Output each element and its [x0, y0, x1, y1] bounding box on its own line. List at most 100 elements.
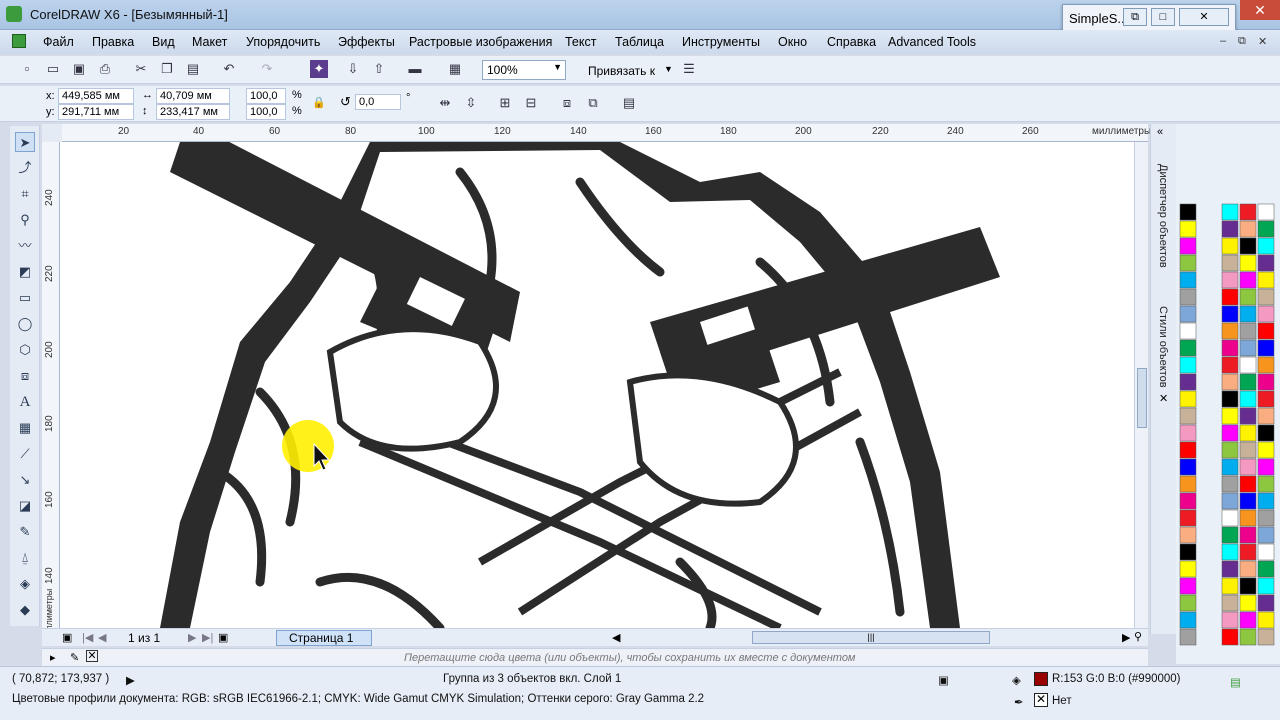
palette-swatch[interactable] [1179, 475, 1197, 493]
palette-swatch[interactable] [1239, 288, 1257, 306]
horizontal-ruler[interactable]: 20 40 60 80 100 120 140 160 180 200 220 … [62, 124, 1151, 142]
import-icon[interactable]: ⇩ [344, 60, 362, 78]
undo-icon[interactable]: ↶ [220, 60, 238, 78]
palette-swatch[interactable] [1179, 526, 1197, 544]
palette-swatch[interactable] [1239, 237, 1257, 255]
palette-swatch[interactable] [1257, 611, 1275, 629]
corel-connect-icon[interactable]: ✦ [310, 60, 328, 78]
palette-swatch[interactable] [1257, 458, 1275, 476]
palette-swatch[interactable] [1221, 424, 1239, 442]
palette-swatch[interactable] [1257, 220, 1275, 238]
palette-swatch[interactable] [1239, 526, 1257, 544]
palette-swatch[interactable] [1179, 254, 1197, 272]
palette-swatch[interactable] [1257, 373, 1275, 391]
cut-icon[interactable]: ✂ [132, 60, 150, 78]
palette-swatch[interactable] [1257, 322, 1275, 340]
menu-file[interactable]: Файл [43, 35, 74, 49]
table-tool-icon[interactable]: ▦ [15, 418, 35, 438]
document-palette[interactable]: ▸ ✎ ✕ Перетащите сюда цвета (или объекты… [42, 648, 1148, 666]
palette-swatch[interactable] [1239, 373, 1257, 391]
palette-swatch[interactable] [1221, 577, 1239, 595]
palette-swatch[interactable] [1257, 203, 1275, 221]
save-icon[interactable]: ▣ [70, 60, 88, 78]
pick-tool-icon[interactable]: ➤ [15, 132, 35, 152]
options-icon[interactable]: ☰ [680, 60, 698, 78]
rectangle-tool-icon[interactable]: ▭ [15, 288, 35, 308]
menu-table[interactable]: Таблица [615, 35, 664, 49]
palette-swatch[interactable] [1179, 271, 1197, 289]
window-close-button[interactable]: ✕ [1240, 0, 1280, 20]
fill-tool-icon[interactable]: ◈ [15, 574, 35, 594]
status-expand-icon[interactable]: ▶ [126, 673, 135, 687]
object-info-icon[interactable]: ▣ [938, 673, 949, 687]
palette-swatch[interactable] [1221, 594, 1239, 612]
zoom-navigator-icon[interactable]: ⚲ [1134, 630, 1142, 643]
palette-swatch[interactable] [1239, 560, 1257, 578]
horizontal-scroll-thumb[interactable]: ||| [752, 631, 990, 644]
palette-swatch[interactable] [1239, 356, 1257, 374]
mdi-restore-icon[interactable]: ⧉ [1238, 35, 1246, 48]
menu-arrange[interactable]: Упорядочить [246, 35, 320, 49]
palette-swatch[interactable] [1257, 288, 1275, 306]
palette-swatch[interactable] [1179, 458, 1197, 476]
palette-swatch[interactable] [1221, 373, 1239, 391]
palette-swatch[interactable] [1179, 611, 1197, 629]
palette-swatch[interactable] [1179, 373, 1197, 391]
drawing-canvas[interactable] [60, 142, 1134, 628]
scale-x-field[interactable]: 100,0 [246, 88, 286, 104]
menu-text[interactable]: Текст [565, 35, 596, 49]
palette-swatch[interactable] [1179, 560, 1197, 578]
palette-swatch[interactable] [1179, 594, 1197, 612]
palette-swatch[interactable] [1179, 509, 1197, 527]
smart-fill-tool-icon[interactable]: ◩ [15, 262, 35, 282]
freehand-tool-icon[interactable]: 〰 [15, 236, 35, 256]
color-palette[interactable] [1176, 124, 1280, 664]
combine-icon[interactable]: ⧈ [558, 94, 576, 112]
color-management-icon[interactable]: ▤ [1230, 675, 1241, 689]
scroll-left-icon[interactable]: ◀ [612, 631, 620, 644]
welcome-screen-icon[interactable]: ▦ [446, 60, 464, 78]
palette-swatch[interactable] [1221, 509, 1239, 527]
zoom-level-select[interactable]: 100% ▼ [482, 60, 566, 80]
palette-swatch[interactable] [1179, 407, 1197, 425]
x-position-field[interactable]: 449,585 мм [58, 88, 134, 104]
palette-swatch[interactable] [1221, 390, 1239, 408]
palette-swatch[interactable] [1257, 441, 1275, 459]
palette-swatch[interactable] [1221, 441, 1239, 459]
palette-swatch[interactable] [1221, 305, 1239, 323]
palette-swatch[interactable] [1221, 526, 1239, 544]
palette-swatch[interactable] [1221, 560, 1239, 578]
palette-swatch[interactable] [1179, 220, 1197, 238]
copy-icon[interactable]: ❐ [158, 60, 176, 78]
palette-swatch[interactable] [1179, 305, 1197, 323]
palette-swatch[interactable] [1179, 543, 1197, 561]
palette-swatch[interactable] [1239, 271, 1257, 289]
y-position-field[interactable]: 291,711 мм [58, 104, 134, 120]
new-document-icon[interactable]: ▫ [18, 60, 36, 78]
palette-swatch[interactable] [1257, 628, 1275, 646]
print-icon[interactable]: ⎙ [96, 60, 114, 78]
close-docker-icon[interactable]: ✕ [1159, 392, 1168, 405]
palette-swatch[interactable] [1221, 203, 1239, 221]
menu-window[interactable]: Окно [778, 35, 807, 49]
palette-swatch[interactable] [1179, 322, 1197, 340]
palette-swatch[interactable] [1257, 407, 1275, 425]
palette-swatch[interactable] [1257, 560, 1275, 578]
no-outline-icon[interactable]: ✕ [1034, 693, 1048, 707]
menu-help[interactable]: Справка [827, 35, 876, 49]
gangster-illustration[interactable] [60, 142, 1134, 628]
add-page-icon[interactable]: ▣ [218, 631, 228, 644]
palette-swatch[interactable] [1179, 288, 1197, 306]
redo-icon[interactable]: ↷ [258, 60, 276, 78]
rotation-field[interactable]: 0,0 [355, 94, 401, 110]
palette-swatch[interactable] [1257, 237, 1275, 255]
open-icon[interactable]: ▭ [44, 60, 62, 78]
scale-y-field[interactable]: 100,0 [246, 104, 286, 120]
palette-swatch[interactable] [1239, 220, 1257, 238]
palette-swatch[interactable] [1179, 203, 1197, 221]
palette-swatch[interactable] [1239, 628, 1257, 646]
palette-swatch[interactable] [1257, 305, 1275, 323]
eyedropper-icon[interactable]: ✎ [70, 651, 79, 664]
palette-swatch[interactable] [1239, 407, 1257, 425]
popup-maximize-button[interactable]: □ [1151, 8, 1175, 26]
